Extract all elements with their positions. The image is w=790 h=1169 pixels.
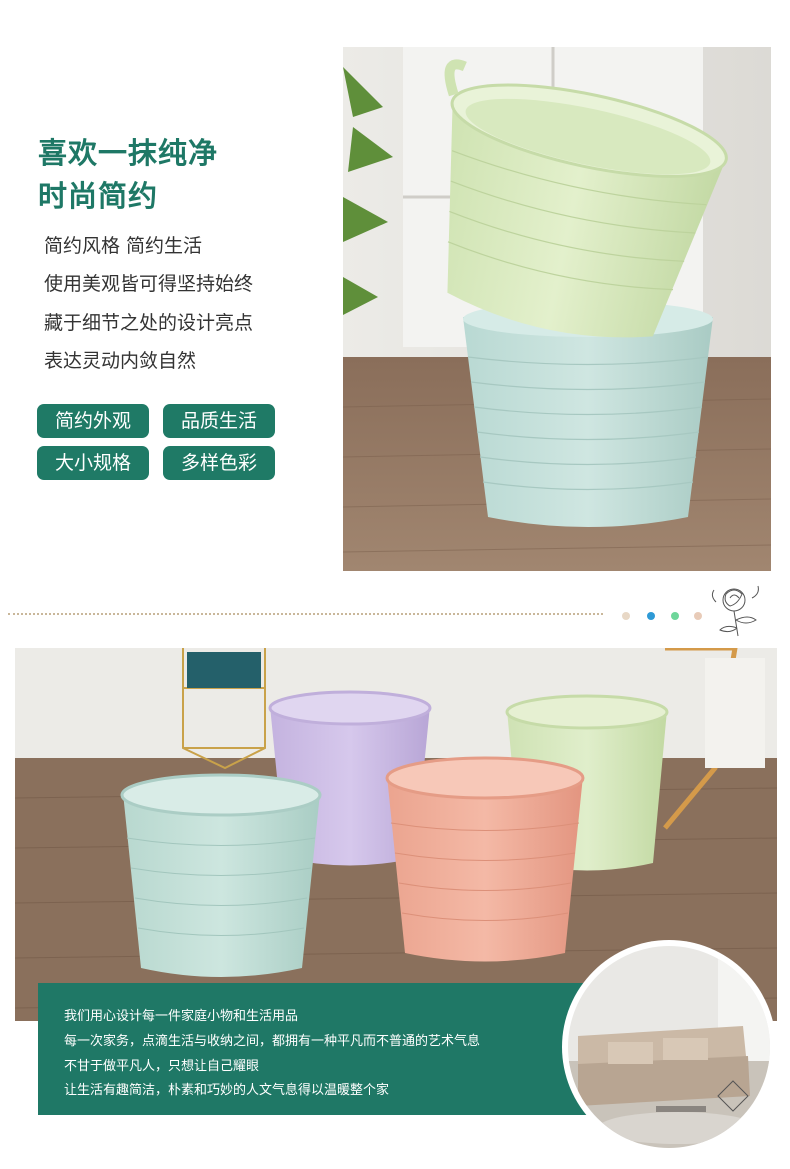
- description-line-4: 表达灵动内敛自然: [44, 350, 197, 372]
- product-photo-stacked-tubs: [343, 47, 771, 571]
- tag-sizes: 大小规格: [37, 446, 149, 480]
- brand-message-line-2: 每一次家务，点滴生活与收纳之间，都拥有一种平凡而不普通的艺术气息: [64, 1034, 481, 1049]
- color-dot-green: [671, 612, 679, 620]
- tag-simple-look: 简约外观: [37, 404, 149, 438]
- color-dot-pink: [694, 612, 702, 620]
- tag-colors: 多样色彩: [163, 446, 275, 480]
- color-dot-blue: [647, 612, 655, 620]
- description-line-2: 使用美观皆可得坚持始终: [44, 273, 254, 295]
- living-room-inset-frame: [562, 940, 776, 1154]
- dotted-divider: [8, 613, 603, 615]
- flower-sketch-icon: [708, 578, 764, 638]
- living-room-sofa-photo: [568, 946, 770, 1148]
- brand-message-line-3: 不甘于做平凡人，只想让自己耀眼: [64, 1059, 260, 1074]
- tag-quality-life: 品质生活: [163, 404, 275, 438]
- brand-message-line-1: 我们用心设计每一件家庭小物和生活用品: [64, 1009, 299, 1024]
- description-line-1: 简约风格 简约生活: [44, 235, 203, 257]
- description-line-3: 藏于细节之处的设计亮点: [44, 312, 254, 334]
- headline-line-2: 时尚简约: [38, 179, 159, 213]
- color-dot-beige: [622, 612, 630, 620]
- brand-message-line-4: 让生活有趣简洁，朴素和巧妙的人文气息得以温暖整个家: [64, 1083, 390, 1098]
- headline-line-1: 喜欢一抹纯净: [38, 136, 219, 170]
